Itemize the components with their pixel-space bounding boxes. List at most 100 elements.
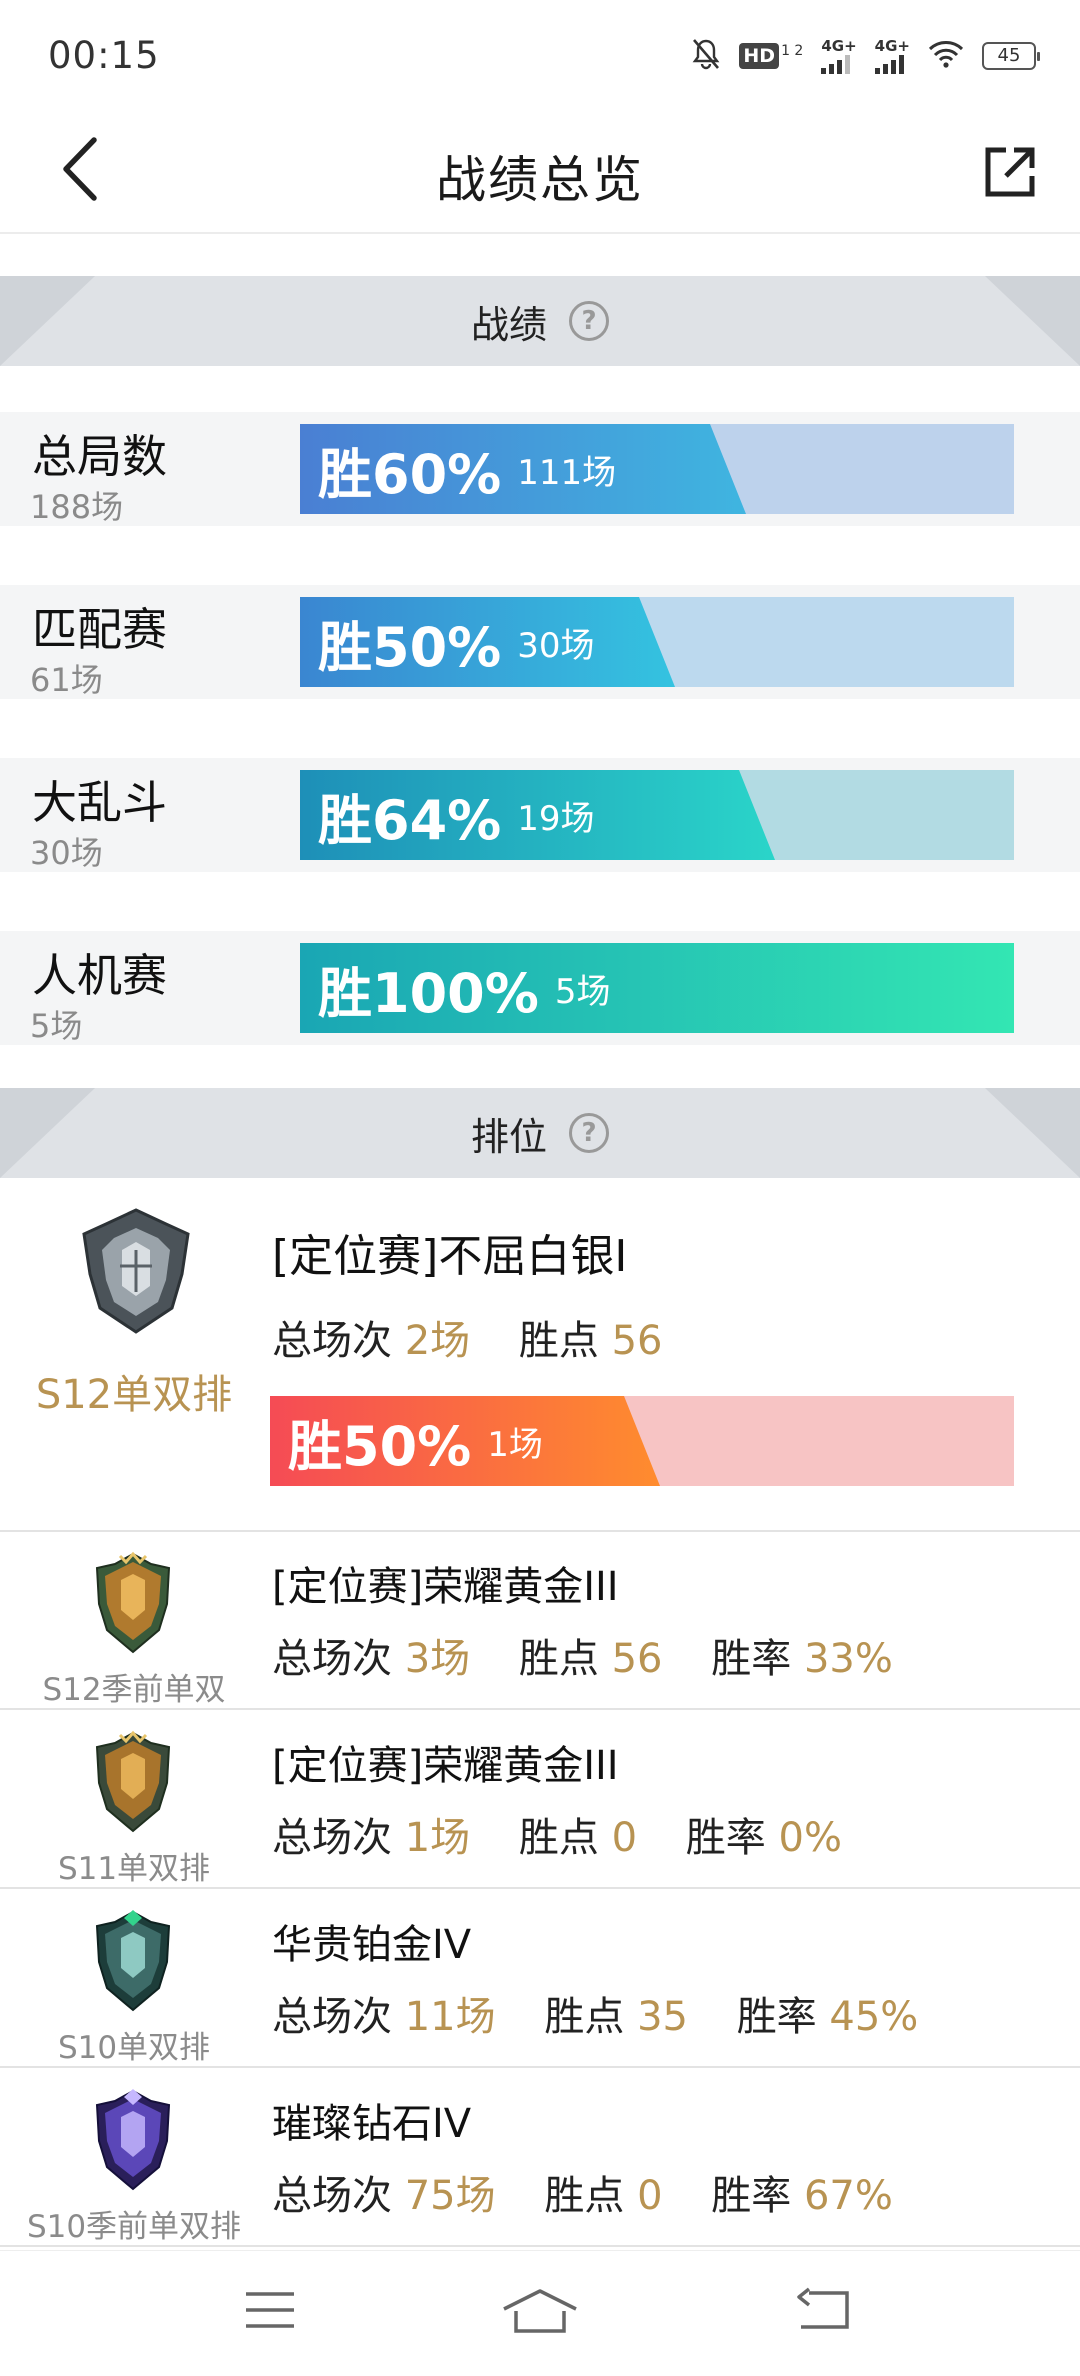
status-bar: 00:15 HD 1 2 4G+ 4G+ 45 [0,0,1080,110]
share-button[interactable] [970,132,1050,212]
total-games-label: 总场次 [272,1636,392,1682]
points-label: 胜点 [518,1815,599,1861]
record-row[interactable]: 大乱斗 30场 胜64% 19场 [0,758,1080,872]
record-count: 30场 [30,834,103,872]
total-games-value: 2场 [404,1318,471,1364]
rank-title: 华贵铂金IV [272,1922,472,1968]
rank-item[interactable]: S12季前单双 [定位赛]荣耀黄金III 总场次 3场 胜点 56 胜率 33% [0,1532,1080,1710]
rank-section-header: 排位 ? [0,1088,1080,1178]
points-value: 0 [637,2173,663,2219]
share-icon [985,147,1035,197]
total-games-value: 3场 [404,1636,471,1682]
record-row[interactable]: 总局数 188场 胜60% 111场 [0,412,1080,526]
diamond-rank-emblem-icon [95,2089,171,2191]
points-value: 56 [611,1318,663,1364]
platinum-rank-emblem-icon [95,1910,171,2012]
help-icon[interactable]: ? [569,301,609,341]
win-games: 5场 [554,971,611,1012]
rank-title: [定位赛]荣耀黄金III [272,1564,619,1610]
home-button[interactable] [495,2275,585,2345]
record-count: 5场 [30,1007,83,1045]
rank-stats: 总场次 2场 胜点 56 [272,1308,663,1366]
win-games: 1场 [487,1424,543,1465]
status-time: 00:15 [48,34,160,77]
points-label: 胜点 [518,1636,599,1682]
menu-icon [246,2292,294,2328]
rank-stats: 总场次 11场 胜点 35 胜率 45% [272,1984,918,2042]
total-games-label: 总场次 [272,2173,392,2219]
record-count: 188场 [30,488,124,526]
record-count: 61场 [30,661,103,699]
rank-stats: 总场次 3场 胜点 56 胜率 33% [272,1626,893,1684]
record-name: 匹配赛 [32,603,168,656]
record-row[interactable]: 匹配赛 61场 胜50% 30场 [0,585,1080,699]
win-rate-bar: 胜60% 111场 [300,424,1014,514]
rank-season: S12季前单双 [42,1672,226,1708]
win-rate-label: 胜50% [318,615,502,679]
back-icon [797,2287,849,2329]
record-name: 人机赛 [32,949,168,1002]
win-rate-value: 45% [829,1994,919,2040]
gold-rank-emblem-icon [95,1730,171,1833]
rank-win-rate-bar: 胜50% 1场 [270,1396,1014,1486]
rank-title: [定位赛]不屈白银I [272,1231,628,1282]
win-rate-label: 胜64% [318,788,502,852]
page-title: 战绩总览 [436,151,644,209]
rank-item[interactable]: S10单双排 华贵铂金IV 总场次 11场 胜点 35 胜率 45% [0,1890,1080,2068]
total-games-label: 总场次 [272,1318,392,1364]
win-rate-bar: 胜100% 5场 [300,943,1014,1033]
win-rate-label: 胜率 [711,2173,792,2219]
rank-season: S10单双排 [57,2030,211,2066]
win-games: 30场 [517,625,595,666]
rank-item[interactable]: S10季前单双排 璀璨钻石IV 总场次 75场 胜点 0 胜率 67% [0,2069,1080,2247]
points-value: 0 [611,1815,638,1861]
hd-icon: HD 1 2 [739,43,803,69]
rank-main-card[interactable]: S12单双排 [定位赛]不屈白银I 总场次 2场 胜点 56 胜50% 1场 [0,1178,1080,1532]
win-rate-label: 胜率 [685,1815,766,1861]
rank-item[interactable]: S11单双排 [定位赛]荣耀黄金III 总场次 1场 胜点 0 胜率 0% [0,1711,1080,1889]
record-row[interactable]: 人机赛 5场 胜100% 5场 [0,931,1080,1045]
record-section-header: 战绩 ? [0,276,1080,366]
total-games-value: 1场 [404,1815,471,1861]
win-rate-label: 胜60% [318,442,502,506]
points-label: 胜点 [518,1318,599,1364]
rank-season: S12单双排 [35,1372,233,1418]
rank-season: S11单双排 [57,1851,211,1887]
points-value: 35 [637,1994,688,2040]
rank-section-title: 排位 [470,1114,547,1159]
rank-season: S10季前单双排 [26,2209,242,2245]
record-name: 总局数 [32,430,168,483]
back-nav-button[interactable] [778,2275,868,2345]
win-rate-value: 67% [803,2173,893,2219]
wifi-icon [928,40,964,72]
win-rate-value: 33% [803,1636,893,1682]
help-icon[interactable]: ? [569,1113,609,1153]
battery-icon: 45 [982,42,1040,70]
win-games: 111场 [517,452,617,493]
home-icon [503,2289,577,2333]
signal-icon: 4G+ [874,38,910,74]
total-games-label: 总场次 [272,1815,392,1861]
record-name: 大乱斗 [32,776,168,829]
record-section-title: 战绩 [470,302,547,347]
win-rate-label: 胜率 [711,1636,792,1682]
rank-title: 璀璨钻石IV [272,2101,472,2147]
menu-button[interactable] [225,2275,315,2345]
silver-rank-emblem-icon [82,1208,190,1334]
status-icons: HD 1 2 4G+ 4G+ 45 [691,36,1040,76]
win-rate-label: 胜100% [318,961,539,1025]
win-rate-value: 0% [778,1815,842,1861]
rank-stats: 总场次 75场 胜点 0 胜率 67% [272,2163,893,2221]
rank-stats: 总场次 1场 胜点 0 胜率 0% [272,1805,842,1863]
total-games-value: 11场 [404,1994,496,2040]
points-label: 胜点 [544,2173,625,2219]
win-rate-label: 胜率 [736,1994,817,2040]
rank-title: [定位赛]荣耀黄金III [272,1743,619,1789]
points-value: 56 [611,1636,663,1682]
win-rate-bar: 胜64% 19场 [300,770,1014,860]
win-games: 19场 [517,798,595,839]
gold-rank-emblem-icon [95,1551,171,1654]
app-header: 战绩总览 [0,110,1080,234]
system-nav-bar [0,2250,1080,2376]
win-rate-bar: 胜50% 30场 [300,597,1014,687]
